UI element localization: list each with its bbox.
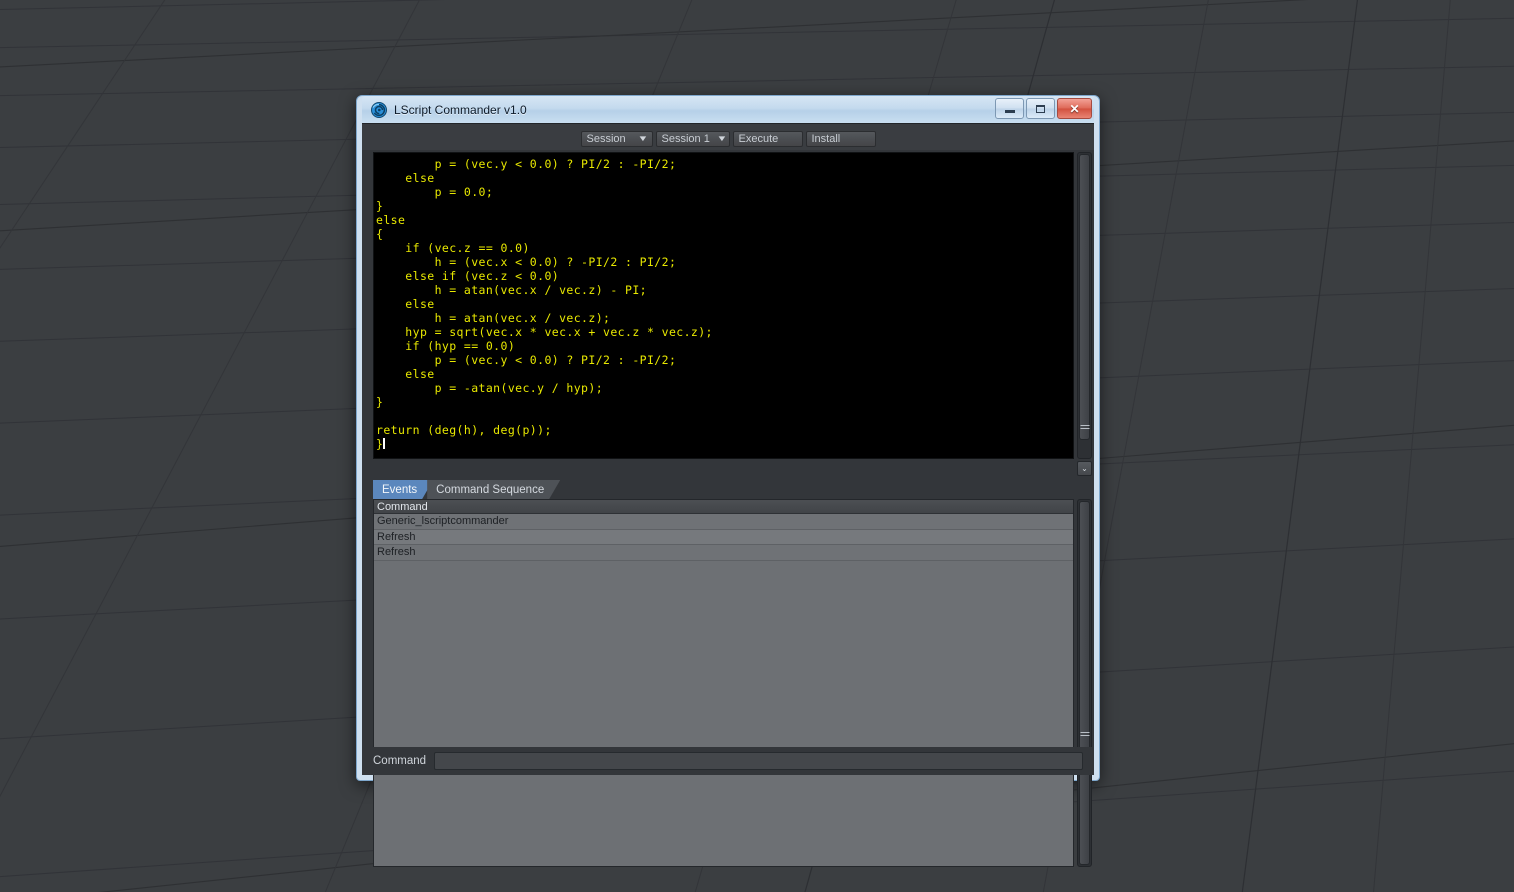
command-bar: Command — [362, 747, 1094, 775]
tab-events-label: Events — [382, 483, 418, 496]
table-row[interactable]: Refresh — [374, 529, 1073, 545]
panel-tabs: Events Command Sequence — [373, 480, 560, 499]
execute-button[interactable]: Execute — [732, 130, 803, 147]
execute-label: Execute — [738, 132, 779, 145]
tab-command-sequence[interactable]: Command Sequence — [427, 480, 560, 499]
chevron-down-icon: ▼ — [636, 134, 649, 143]
scrollbar-grip-icon — [1080, 423, 1089, 431]
editor-vertical-scrollbar[interactable] — [1077, 152, 1092, 459]
command-input[interactable] — [434, 752, 1083, 770]
window-controls: ✕ — [995, 98, 1092, 119]
window-client-area: Session ▼ Session 1 ▼ Execute Install p … — [362, 123, 1094, 867]
close-icon: ✕ — [1069, 101, 1080, 116]
session-type-select[interactable]: Session ▼ — [580, 130, 653, 147]
table-row[interactable]: Generic_lscriptcommander — [374, 514, 1073, 530]
events-list-vertical-scrollbar[interactable] — [1077, 499, 1092, 867]
chevron-down-icon: ⌄ — [1081, 464, 1088, 473]
session-instance-value: Session 1 — [661, 132, 710, 145]
scrollbar-grip-icon — [1080, 730, 1089, 738]
editor-scroll-down-button[interactable]: ⌄ — [1077, 461, 1092, 476]
editor-scrollbar-thumb[interactable] — [1079, 154, 1090, 440]
maximize-icon — [1036, 104, 1045, 113]
script-editor[interactable]: p = (vec.y < 0.0) ? PI/2 : -PI/2; else p… — [373, 152, 1074, 459]
minimize-icon — [1004, 109, 1015, 113]
events-list-header: Command — [374, 500, 1073, 514]
install-button[interactable]: Install — [805, 130, 876, 147]
script-editor-code[interactable]: p = (vec.y < 0.0) ? PI/2 : -PI/2; else p… — [374, 153, 1073, 451]
session-instance-select[interactable]: Session 1 ▼ — [655, 130, 730, 147]
tab-command-sequence-label: Command Sequence — [436, 483, 545, 496]
row-command: Generic_lscriptcommander — [377, 515, 509, 528]
lightwave-swirl-icon — [371, 101, 387, 118]
table-row[interactable]: Refresh — [374, 545, 1073, 561]
install-label: Install — [811, 132, 841, 145]
close-button[interactable]: ✕ — [1057, 98, 1092, 119]
command-input-label: Command — [373, 755, 427, 767]
tab-events[interactable]: Events — [373, 480, 433, 499]
maximize-button[interactable] — [1026, 98, 1055, 119]
session-type-value: Session — [586, 132, 626, 145]
events-list[interactable]: Command Generic_lscriptcommander Refresh… — [373, 499, 1074, 867]
text-cursor — [383, 438, 386, 449]
row-command: Refresh — [377, 546, 416, 559]
column-header-command: Command — [377, 500, 428, 513]
window-titlebar[interactable]: LScript Commander v1.0 ✕ — [362, 96, 1094, 123]
window-title: LScript Commander v1.0 — [394, 102, 527, 117]
minimize-button[interactable] — [995, 98, 1024, 119]
toolbar: Session ▼ Session 1 ▼ Execute Install — [362, 124, 1094, 150]
chevron-down-icon: ▼ — [716, 134, 728, 143]
row-command: Refresh — [377, 530, 416, 543]
events-list-scrollbar-thumb[interactable] — [1079, 501, 1090, 865]
lscript-commander-window: LScript Commander v1.0 ✕ Session ▼ Sessi… — [356, 95, 1100, 867]
